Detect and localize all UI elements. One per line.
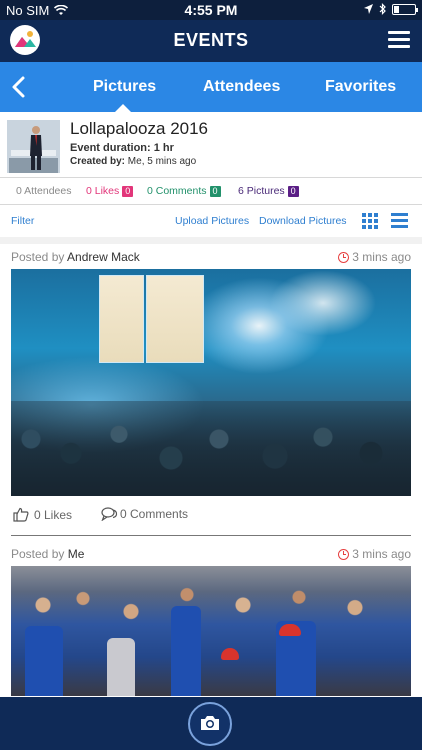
bluetooth-icon	[379, 3, 386, 15]
app-header: EVENTS	[0, 20, 422, 62]
event-duration: Event duration: 1 hr	[70, 142, 174, 154]
post-header: Posted by Andrew Mack 3 mins ago	[0, 244, 422, 270]
post-divider	[11, 535, 411, 536]
list-view-icon[interactable]	[391, 213, 408, 229]
event-thumbnail[interactable]	[7, 120, 60, 173]
clock-icon	[338, 251, 350, 263]
battery-icon	[392, 3, 418, 15]
pictures-label: 6 Pictures	[238, 185, 285, 197]
location-arrow-icon	[364, 4, 373, 14]
comments-count[interactable]: 0 Comments 0	[147, 185, 221, 197]
comments-badge: 0	[209, 185, 221, 197]
camera-icon	[201, 716, 219, 730]
attendees-label: 0 Attendees	[16, 185, 72, 197]
likes-text: 0 Likes	[34, 507, 73, 522]
comments-text: 0 Comments	[120, 507, 189, 521]
like-button[interactable]: 0 Likes	[13, 507, 72, 522]
post-author[interactable]: Andrew Mack	[67, 250, 140, 264]
tab-pictures[interactable]: Pictures	[93, 78, 156, 96]
download-pictures-link[interactable]: Download Pictures	[259, 215, 347, 227]
section-divider	[0, 237, 422, 244]
crowd-figure	[107, 638, 135, 696]
comment-bubble-icon	[101, 507, 118, 521]
tab-bar: Pictures Attendees Favorites	[0, 62, 422, 112]
grid-view-icon[interactable]	[362, 213, 378, 229]
attendees-count[interactable]: 0 Attendees	[16, 185, 71, 197]
crowd-figure	[279, 624, 301, 636]
hamburger-menu-icon[interactable]	[388, 31, 410, 49]
event-info: Lollapalooza 2016 Event duration: 1 hr C…	[0, 112, 422, 178]
active-tab-indicator	[115, 104, 131, 112]
crowd-figure	[25, 626, 63, 696]
comments-label: 0 Comments	[147, 185, 207, 197]
chevron-left-icon	[12, 76, 25, 98]
created-by-label: Created by:	[70, 156, 126, 167]
tab-favorites[interactable]: Favorites	[325, 78, 396, 96]
stage-screen-right	[146, 275, 204, 363]
pictures-badge: 0	[287, 185, 299, 197]
post-actions: 0 Likes 0 Comments	[0, 503, 422, 527]
bottom-bar	[0, 697, 422, 750]
clock-icon	[338, 548, 350, 560]
camera-button[interactable]	[188, 702, 232, 746]
crowd-figure	[221, 648, 239, 660]
page-title: EVENTS	[173, 30, 249, 50]
likes-count[interactable]: 0 Likes 0	[86, 185, 134, 197]
post-photo[interactable]	[11, 269, 411, 496]
post-author[interactable]: Me	[68, 547, 85, 561]
post-time-label: 3 mins ago	[352, 250, 411, 264]
tab-attendees[interactable]: Attendees	[203, 78, 280, 96]
comment-button[interactable]: 0 Comments	[101, 507, 188, 521]
created-by-value: Me, 5 mins ago	[127, 156, 197, 167]
post-header: Posted by Me 3 mins ago	[0, 541, 422, 567]
pictures-count[interactable]: 6 Pictures 0	[238, 185, 299, 197]
posted-by: Posted by Andrew Mack	[11, 250, 140, 264]
action-bar: Filter Upload Pictures Download Pictures	[0, 205, 422, 237]
posted-by: Posted by Me	[11, 547, 84, 561]
likes-badge: 0	[122, 185, 134, 197]
crowd	[11, 401, 411, 496]
stats-bar: 0 Attendees 0 Likes 0 0 Comments 0 6 Pic…	[0, 178, 422, 205]
status-bar: No SIM 4:55 PM	[0, 0, 422, 20]
status-right	[364, 3, 418, 15]
stage-screen-left	[99, 275, 144, 363]
post-time: 3 mins ago	[338, 250, 411, 264]
posted-by-label: Posted by	[11, 547, 65, 561]
post-time: 3 mins ago	[338, 547, 411, 561]
posted-by-label: Posted by	[11, 250, 65, 264]
post-photo[interactable]	[11, 566, 411, 696]
crowd-figure	[171, 606, 201, 696]
thumbs-up-icon	[13, 507, 29, 522]
likes-label: 0 Likes	[86, 185, 120, 197]
event-name: Lollapalooza 2016	[70, 119, 209, 138]
back-button[interactable]	[8, 74, 34, 100]
event-created-by: Created by: Me, 5 mins ago	[70, 156, 196, 167]
upload-pictures-link[interactable]: Upload Pictures	[175, 215, 249, 227]
status-time: 4:55 PM	[184, 2, 238, 18]
filter-link[interactable]: Filter	[11, 215, 34, 227]
post-time-label: 3 mins ago	[352, 547, 411, 561]
